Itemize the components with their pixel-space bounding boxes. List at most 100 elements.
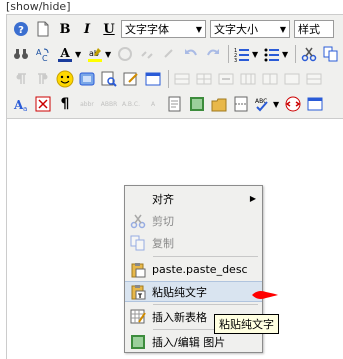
font-color-icon[interactable]: A [55,44,75,64]
font-family-select[interactable]: 文字字体 ▼ [121,20,206,38]
paste-text-icon: T [130,284,146,300]
anchor-icon[interactable] [115,44,135,64]
svg-text:C: C [42,54,48,62]
menu-item-label: 复制 [152,236,174,250]
full-screen-icon[interactable] [143,69,163,89]
paragraph-icon[interactable]: ¶ [55,94,75,114]
menu-separator [153,304,258,305]
menu-item-copy[interactable]: 复制 [125,232,262,253]
style-select[interactable]: 样式 [294,20,334,38]
menu-separator [153,256,258,257]
menu-item-label: 插入/编辑 图片 [152,335,226,349]
tooltip: 粘贴纯文字 [214,314,279,334]
acronym-icon[interactable]: ABBR [99,94,119,114]
paste-icon [130,262,146,278]
bold-icon[interactable]: B [55,19,75,39]
menu-item-label: 插入新表格 [152,310,207,324]
menu-item-paste-text[interactable]: T 粘贴纯文字 [125,281,262,302]
submenu-arrow-icon: ▶ [249,194,256,203]
replace-icon[interactable]: AC [33,44,53,64]
emoticon-icon[interactable] [55,69,75,89]
chevron-down-icon[interactable]: ▼ [252,50,260,59]
delete-row-icon[interactable] [216,69,236,89]
link-icon[interactable] [159,44,179,64]
menu-item-label: 粘贴纯文字 [152,285,207,299]
merge-cells-icon[interactable] [282,69,302,89]
fullscreen-toggle-icon[interactable] [305,94,325,114]
menu-item-label: paste.paste_desc [152,263,248,276]
cut-icon [130,213,146,229]
find-icon[interactable] [11,44,31,64]
menu-item-insert-image[interactable]: 插入/编辑 图片 [125,331,262,352]
right-to-left-icon[interactable] [33,69,53,89]
style-value: 样式 [298,23,320,36]
image-icon [130,334,146,350]
show-hide-toggle[interactable]: [show/hide] [6,0,71,14]
pagebreak-icon[interactable] [231,94,251,114]
undo-icon[interactable] [181,44,201,64]
media-icon[interactable] [77,69,97,89]
spellcheck-icon[interactable]: ABC [253,94,273,114]
redo-icon[interactable] [203,44,223,64]
remove-format-icon[interactable] [33,94,53,114]
tooltip-text: 粘贴纯文字 [219,318,274,331]
chevron-down-icon[interactable]: ▼ [105,50,113,59]
delete-column-icon[interactable] [260,69,280,89]
toolbar-separator [295,45,296,63]
embed-media-icon[interactable] [283,94,303,114]
editor-toolbar: ? B I U 文字字体 ▼ 文字大小 ▼ 样式 AC A ▼ ab ▼ 1 2… [6,14,343,119]
preview-icon[interactable] [99,69,119,89]
edit-css-icon[interactable] [121,69,141,89]
left-to-right-icon[interactable] [11,69,31,89]
insert-column-icon[interactable] [238,69,258,89]
toolbar-separator [168,70,169,88]
chevron-down-icon[interactable]: ▼ [282,50,290,59]
attribs-icon[interactable]: A [143,94,163,114]
menu-item-align[interactable]: 对齐 ▶ [125,188,262,209]
menu-item-paste[interactable]: paste.paste_desc [125,259,262,280]
svg-text:A: A [59,46,70,60]
toolbar-separator [228,45,229,63]
unlink-icon[interactable] [137,44,157,64]
insert-row-before-icon[interactable] [172,69,192,89]
table-icon [130,309,146,325]
chevron-down-icon: ▼ [195,24,203,34]
abbr-icon[interactable]: abbr [77,94,97,114]
font-family-value: 文字字体 [125,23,169,36]
copy-icon[interactable] [321,44,341,64]
menu-item-cut[interactable]: 剪切 [125,210,262,231]
cut-icon[interactable] [299,44,319,64]
split-cells-icon[interactable] [304,69,324,89]
svg-text:a: a [23,105,27,112]
font-size-value: 文字大小 [214,23,258,36]
ordered-list-icon[interactable]: 123 [232,44,252,64]
file-manager-icon[interactable] [209,94,229,114]
toolbar-row-2: AC A ▼ ab ▼ 123 ▼ ▼ [11,43,343,65]
menu-item-label: 剪切 [152,214,174,228]
image-manager-icon[interactable] [187,94,207,114]
highlight-color-icon[interactable]: ab [85,44,105,64]
styles-icon[interactable]: Aa [11,94,31,114]
menu-item-label: 对齐 [152,192,174,206]
toolbar-row-3 [11,68,326,90]
new-document-icon[interactable] [33,19,53,39]
underline-icon[interactable]: U [99,19,119,39]
chevron-down-icon[interactable]: ▼ [273,100,281,109]
italic-icon[interactable]: I [77,19,97,39]
red-annotation-mark [252,291,278,299]
blank-icon [130,191,146,207]
chevron-down-icon[interactable]: ▼ [75,50,83,59]
toolbar-row-1: ? B I U 文字字体 ▼ 文字大小 ▼ 样式 [11,18,334,40]
toolbar-row-4: Aa ¶ abbr ABBR A.B.C. A ABC ▼ [11,93,327,115]
abc-icon[interactable]: A.B.C. [121,94,141,114]
help-icon[interactable]: ? [11,19,31,39]
unordered-list-icon[interactable] [262,44,282,64]
svg-text:?: ? [18,25,24,36]
chevron-down-icon: ▼ [279,24,287,34]
font-size-select[interactable]: 文字大小 ▼ [210,20,290,38]
copy-icon [130,235,146,251]
show-hide-link[interactable]: [show/hide] [6,0,71,13]
insert-row-after-icon[interactable] [194,69,214,89]
template-icon[interactable] [165,94,185,114]
svg-text:3: 3 [234,58,237,62]
